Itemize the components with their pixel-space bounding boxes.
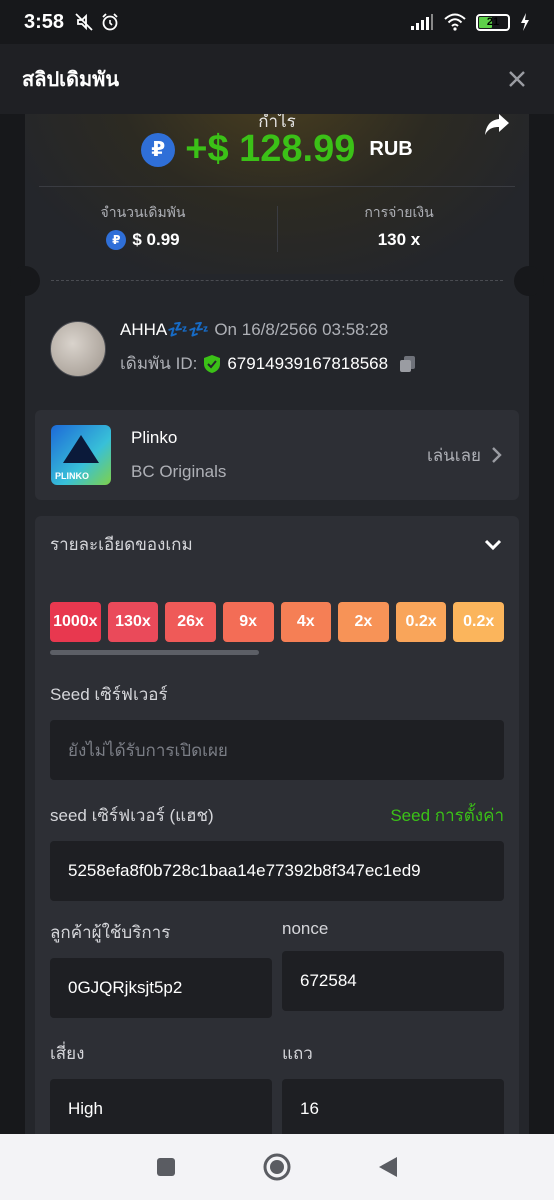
mute-icon: [75, 13, 93, 31]
home-button[interactable]: [262, 1152, 292, 1182]
payout-label: การจ่ายเงิน: [364, 204, 434, 220]
signal-icon: [411, 14, 433, 30]
bet-id-label: เดิมพัน ID:: [120, 354, 198, 373]
battery-icon: 21: [476, 13, 510, 31]
server-seed-field[interactable]: ยังไม่ได้รับการเปิดเผย: [50, 720, 504, 780]
bet-amount-value: $ 0.99: [132, 230, 180, 249]
multiplier-chip: 0.2x: [453, 602, 504, 642]
play-now-label: เล่นเลย: [426, 445, 481, 465]
close-icon: [509, 71, 525, 87]
user-name[interactable]: AHHA💤💤: [120, 320, 210, 339]
battery-level: 21: [486, 15, 500, 28]
home-icon: [263, 1153, 291, 1181]
bet-id: 67914939167818568: [227, 353, 389, 373]
bet-slip-content[interactable]: กำไร ₽ +$ 128.99 RUB จำนวนเดิมพัน ₽ $ 0.…: [0, 114, 554, 1134]
bet-slip-card: กำไร ₽ +$ 128.99 RUB จำนวนเดิมพัน ₽ $ 0.…: [10, 114, 544, 1134]
wifi-icon: [444, 13, 466, 31]
bet-datetime: 16/8/2566 03:58:28: [241, 320, 389, 339]
close-button[interactable]: [502, 64, 532, 94]
nonce-label: nonce: [282, 919, 329, 938]
game-details-title: รายละเอียดของเกม: [50, 534, 193, 554]
verified-shield-icon: [204, 354, 221, 373]
bet-amount-stat: จำนวนเดิมพัน ₽ $ 0.99: [25, 202, 261, 250]
bet-user-info: AHHA💤💤 On 16/8/2566 03:58:28 เดิมพัน ID:…: [50, 320, 418, 377]
rub-coin-icon: ₽: [106, 230, 127, 250]
client-seed-field[interactable]: 0GJQRjksjt5p2: [50, 958, 272, 1018]
recent-apps-icon: [156, 1158, 175, 1176]
multiplier-chip: 9x: [222, 602, 274, 642]
game-details-panel: รายละเอียดของเกม 1000x 130x 26x 9x 4x 2x…: [35, 516, 519, 1134]
multiplier-chip: 26x: [165, 602, 216, 642]
risk-label: เสี่ยง: [50, 1044, 85, 1063]
profit-amount: +$ 128.99: [185, 128, 356, 170]
play-now-link[interactable]: เล่นเลย: [427, 442, 503, 469]
server-seed-label: Seed เซิร์ฟเวอร์: [50, 685, 168, 704]
chevron-right-icon: [492, 447, 502, 463]
chevron-down-icon: [484, 539, 502, 551]
recent-apps-button[interactable]: [151, 1152, 181, 1182]
page-title: สลิปเดิมพัน: [22, 69, 120, 91]
payout-stat: การจ่ายเงิน 130 x: [281, 202, 517, 250]
avatar[interactable]: [50, 320, 106, 377]
copy-icon[interactable]: [398, 354, 418, 374]
back-button[interactable]: [373, 1152, 403, 1182]
risk-field[interactable]: High: [50, 1079, 272, 1134]
date-prefix: On: [214, 320, 237, 339]
rows-label: แถว: [282, 1044, 313, 1063]
alarm-icon: [102, 13, 118, 31]
multiplier-scrollbar[interactable]: [50, 650, 259, 655]
rows-field[interactable]: 16: [282, 1079, 504, 1134]
client-seed-label: ลูกค้าผู้ใช้บริการ: [50, 923, 171, 942]
game-thumbnail: PLINKO: [51, 425, 111, 485]
status-time: 3:58: [24, 10, 65, 33]
game-name: Plinko: [131, 428, 178, 447]
server-seed-hash-label: seed เซิร์ฟเวอร์ (แฮช): [50, 806, 214, 825]
multiplier-chip: 1000x: [50, 602, 101, 642]
back-icon: [379, 1157, 398, 1177]
system-nav-bar: [0, 1134, 554, 1200]
charging-icon: [521, 13, 529, 31]
server-seed-hash-field[interactable]: 5258efa8f0b728c1baa14e77392b8f347ec1ed9: [50, 841, 504, 901]
profit-summary: กำไร ₽ +$ 128.99 RUB จำนวนเดิมพัน ₽ $ 0.…: [25, 114, 529, 274]
modal-header: สลิปเดิมพัน: [0, 44, 554, 114]
status-bar: 3:58 21: [0, 0, 554, 44]
thumbnail-text: PLINKO: [55, 471, 90, 481]
game-details-toggle[interactable]: รายละเอียดของเกม: [50, 516, 504, 572]
payout-value: 130 x: [377, 230, 421, 249]
multiplier-chip: 2x: [338, 602, 389, 642]
nonce-field[interactable]: 672584: [282, 951, 504, 1011]
multiplier-row: 1000x 130x 26x 9x 4x 2x 0.2x 0.2x: [50, 602, 504, 642]
game-card[interactable]: PLINKO Plinko BC Originals เล่นเลย: [35, 410, 519, 500]
rub-coin-icon: ₽: [141, 132, 176, 167]
game-provider: BC Originals: [131, 462, 227, 481]
seed-settings-link[interactable]: Seed การตั้งค่า: [390, 802, 504, 829]
multiplier-chip: 0.2x: [395, 602, 447, 642]
multiplier-chip: 4x: [280, 602, 332, 642]
multiplier-chip: 130x: [107, 602, 159, 642]
share-icon[interactable]: [483, 114, 511, 138]
bet-amount-label: จำนวนเดิมพัน: [100, 204, 186, 220]
profit-currency: RUB: [369, 138, 413, 160]
